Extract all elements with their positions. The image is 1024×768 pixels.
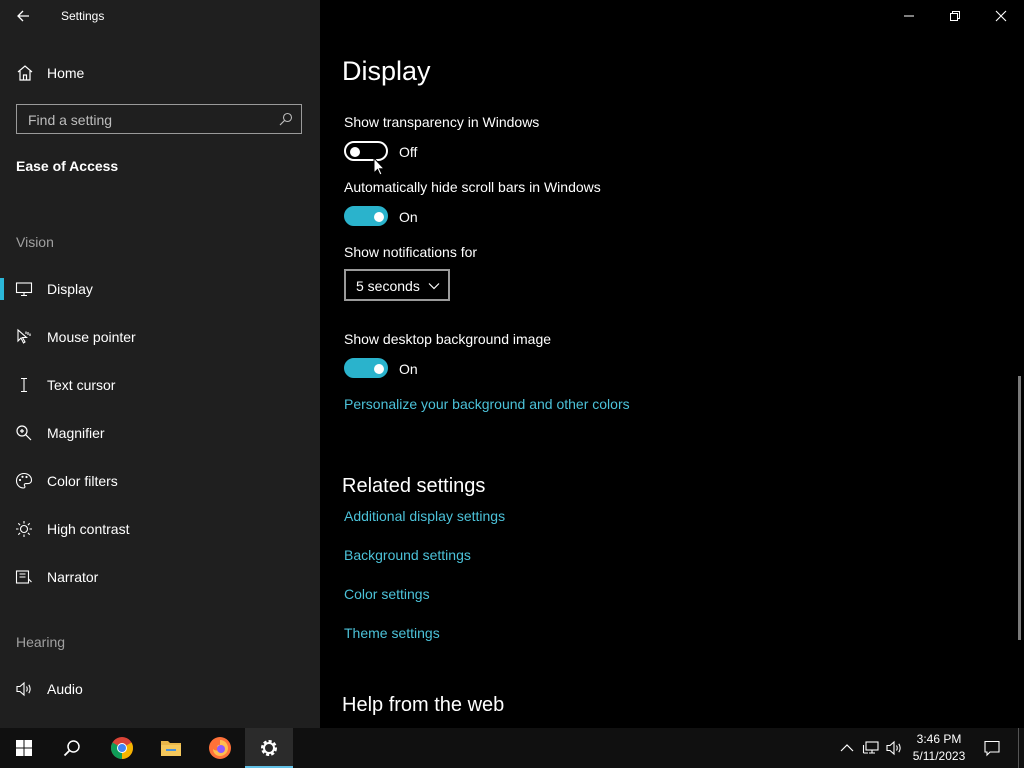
taskbar [0,728,1024,768]
chrome-icon [111,737,133,759]
section-vision: Vision [16,234,54,250]
theme-settings-link[interactable]: Theme settings [344,625,440,641]
personalize-link[interactable]: Personalize your background and other co… [344,396,630,412]
notifications-label: Show notifications for [344,244,478,260]
start-button[interactable] [0,728,48,768]
sidebar-item-label: Magnifier [47,425,105,441]
sidebar-item-display[interactable]: Display [0,269,320,309]
firefox-taskbar-button[interactable] [196,728,244,768]
search-taskbar-button[interactable] [48,728,96,768]
active-indicator [0,278,4,300]
sidebar-item-label: Narrator [47,569,99,585]
minimize-button[interactable] [897,4,921,28]
mouse-pointer-icon [17,328,31,344]
section-hearing: Hearing [16,634,66,650]
monitor-icon [15,282,33,297]
settings-taskbar-button[interactable] [245,728,293,768]
close-icon [995,10,1007,22]
notifications-dropdown[interactable]: 5 seconds [344,269,450,301]
restore-button[interactable] [943,4,967,28]
additional-display-link[interactable]: Additional display settings [344,508,505,524]
gear-icon [261,740,277,756]
desktop-bg-label: Show desktop background image [344,331,552,347]
chrome-taskbar-button[interactable] [98,728,146,768]
mouse-cursor-icon [373,157,386,176]
restore-icon [950,11,960,21]
home-label: Home [47,65,85,81]
notifications-value: 5 seconds [356,278,420,294]
sidebar-item-high-contrast[interactable]: High contrast [0,509,320,549]
toggle-knob [374,212,384,222]
background-settings-link[interactable]: Background settings [344,547,471,563]
home-icon [17,65,33,81]
scrollbars-toggle[interactable] [344,206,388,226]
clock-time: 3:46 PM [916,732,962,746]
search-placeholder: Find a setting [28,112,113,128]
app-title: Settings [61,9,105,23]
transparency-label: Show transparency in Windows [344,114,540,130]
sidebar-item-label: Display [47,281,93,297]
page-title: Display [342,56,431,86]
clock-date: 5/11/2023 [912,749,966,763]
sidebar-item-label: Audio [47,681,83,697]
sidebar-item-label: Color filters [47,473,118,489]
narrator-icon [15,570,32,584]
sidebar-item-narrator[interactable]: Narrator [0,557,320,597]
toggle-knob [374,364,384,374]
sidebar-home[interactable]: Home [0,58,320,88]
text-cursor-icon [21,377,27,393]
back-arrow-icon [17,10,29,22]
sidebar-item-text-cursor[interactable]: Text cursor [0,365,320,405]
back-button[interactable] [12,4,36,28]
scrollbar[interactable] [1018,376,1021,640]
sidebar-item-color-filters[interactable]: Color filters [0,461,320,501]
palette-icon [15,472,33,489]
firefox-icon [209,737,231,759]
folder-icon [161,741,181,756]
taskbar-clock[interactable]: 3:46 PM 5/11/2023 [906,731,972,765]
sidebar-item-mouse-pointer[interactable]: Mouse pointer [0,317,320,357]
close-button[interactable] [989,4,1013,28]
related-settings-title: Related settings [342,475,486,497]
sidebar: Settings Home Find a setting Ease of Acc… [0,0,320,728]
sidebar-item-label: High contrast [47,521,130,537]
main-panel: Display Show transparency in Windows Off… [320,0,1024,728]
search-icon [63,740,80,757]
volume-icon[interactable] [885,739,903,757]
desktop-bg-state: On [399,361,418,377]
search-input[interactable]: Find a setting [16,104,302,134]
sidebar-item-label: Text cursor [47,377,116,393]
show-desktop-divider[interactable] [1018,728,1019,768]
sidebar-item-audio[interactable]: Audio [0,669,320,709]
chevron-down-icon [428,283,440,290]
scrollbars-label: Automatically hide scroll bars in Window… [344,179,601,195]
search-icon[interactable] [279,112,293,126]
transparency-state: Off [399,144,418,160]
windows-logo-icon [16,740,32,756]
chevron-up-icon[interactable] [838,739,856,757]
file-explorer-taskbar-button[interactable] [147,728,195,768]
sidebar-item-magnifier[interactable]: Magnifier [0,413,320,453]
toggle-knob [350,147,360,157]
speaker-icon [16,681,31,697]
sidebar-item-label: Mouse pointer [47,329,136,345]
help-title: Help from the web [342,694,505,716]
sun-icon [16,521,32,537]
desktop-bg-toggle[interactable] [344,358,388,378]
scrollbars-state: On [399,209,418,225]
notification-center-icon[interactable] [983,739,1001,757]
magnifier-icon [16,425,32,441]
breadcrumb: Ease of Access [16,158,119,174]
color-settings-link[interactable]: Color settings [344,586,430,602]
minimize-icon [904,15,914,17]
network-icon[interactable] [862,739,880,757]
